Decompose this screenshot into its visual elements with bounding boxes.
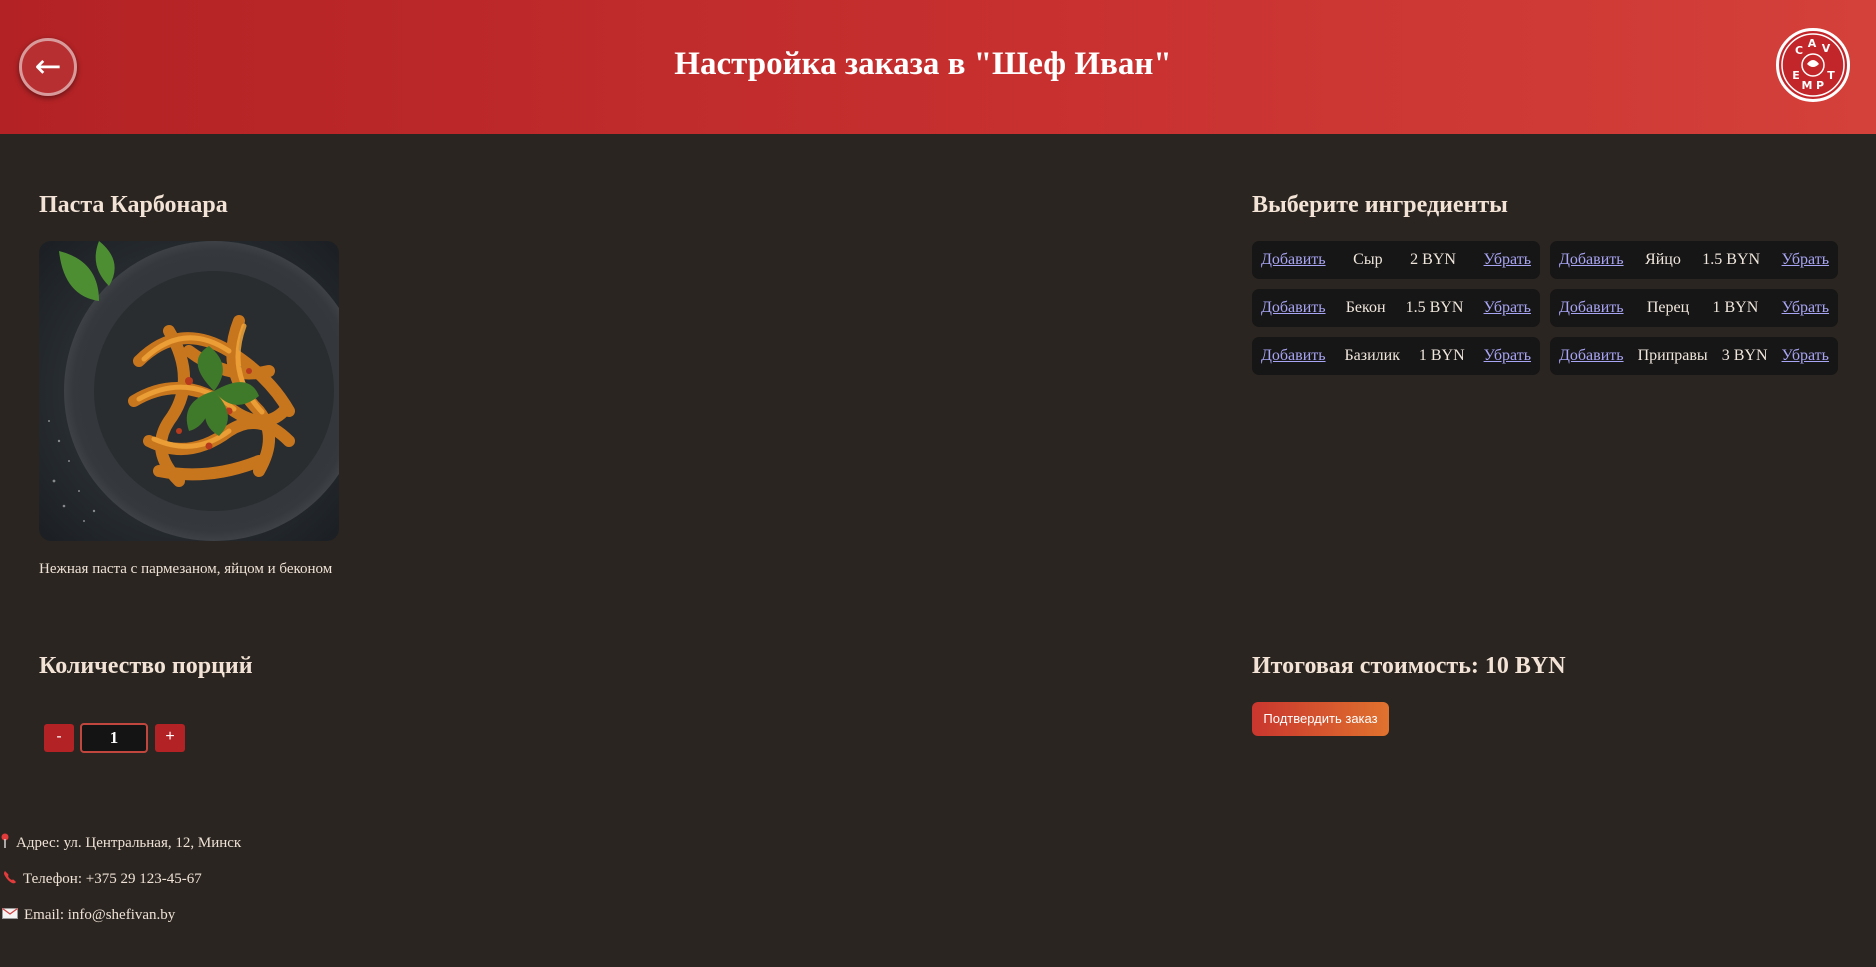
ingredient-price: 1.5 BYN [1702,251,1761,268]
quantity-title: Количество порций [39,653,253,679]
ingredient-price: 1.5 BYN [1405,299,1464,316]
contact-phone: Телефон: +375 29 123-45-67 [0,870,202,889]
page-title: Настройка заказа в "Шеф Иван" [674,46,1172,82]
svg-text:V: V [1822,42,1831,55]
pasta-plate-icon [39,241,339,541]
add-pepper-link[interactable]: Добавить [1559,299,1624,317]
ingredient-name: Перец [1646,299,1690,316]
remove-cheese-link[interactable]: Убрать [1484,251,1531,269]
remove-pepper-link[interactable]: Убрать [1782,299,1829,317]
address-text: Адрес: ул. Центральная, 12, Минск [16,835,242,851]
svg-text:M: M [1802,79,1813,92]
remove-basil-link[interactable]: Убрать [1484,347,1531,365]
add-bacon-link[interactable]: Добавить [1261,299,1326,317]
ingredient-price: 1 BYN [1712,299,1759,316]
dish-description: Нежная паста с пармезаном, яйцом и бекон… [39,561,333,577]
quantity-increase-button[interactable]: + [155,724,185,752]
svg-text:C: C [1795,44,1803,57]
ingredient-price: 1 BYN [1418,347,1465,364]
ingredients-title: Выберите ингредиенты [1252,192,1508,218]
add-spices-link[interactable]: Добавить [1559,347,1624,365]
envelope-icon [2,907,18,924]
ingredient-name: Приправы [1637,347,1708,364]
logo-emblem-icon: C A V E M P T [1781,33,1845,97]
quantity-input[interactable]: 1 [80,723,148,753]
quantity-decrease-button[interactable]: - [44,724,74,752]
ingredient-item-egg: Добавить Яйцо 1.5 BYN Убрать [1550,241,1838,279]
ingredients-grid: Добавить Сыр 2 BYN Убрать Добавить Яйцо … [1252,241,1838,375]
confirm-order-button[interactable]: Подтвердить заказ [1252,702,1389,736]
ingredient-item-bacon: Добавить Бекон 1.5 BYN Убрать [1252,289,1540,327]
ingredient-name: Сыр [1353,251,1383,268]
ingredient-name: Яйцо [1645,251,1681,268]
restaurant-logo[interactable]: C A V E M P T [1776,28,1850,102]
phone-text: Телефон: +375 29 123-45-67 [23,871,202,887]
ingredient-item-pepper: Добавить Перец 1 BYN Убрать [1550,289,1838,327]
header-bar: ← Настройка заказа в "Шеф Иван" C A V E … [0,0,1876,134]
svg-text:E: E [1792,69,1800,82]
svg-text:A: A [1808,37,1817,50]
dish-image [39,241,339,541]
contact-email: Email: info@shefivan.by [0,907,175,924]
contact-address: Адрес: ул. Центральная, 12, Минск [0,833,241,854]
ingredient-item-cheese: Добавить Сыр 2 BYN Убрать [1252,241,1540,279]
total-price: Итоговая стоимость: 10 BYN [1252,653,1566,679]
ingredient-item-basil: Добавить Базилик 1 BYN Убрать [1252,337,1540,375]
ingredient-name: Бекон [1345,299,1386,316]
ingredient-name: Базилик [1344,347,1400,364]
ingredient-price: 3 BYN [1721,347,1768,364]
dish-title: Паста Карбонара [39,192,228,218]
add-cheese-link[interactable]: Добавить [1261,251,1326,269]
email-text: Email: info@shefivan.by [24,907,176,923]
remove-spices-link[interactable]: Убрать [1782,347,1829,365]
add-egg-link[interactable]: Добавить [1559,251,1624,269]
ingredient-price: 2 BYN [1410,251,1456,268]
remove-egg-link[interactable]: Убрать [1782,251,1829,269]
phone-icon [3,870,17,889]
svg-text:P: P [1816,79,1824,92]
svg-text:T: T [1827,69,1835,82]
ingredient-item-spices: Добавить Приправы 3 BYN Убрать [1550,337,1838,375]
add-basil-link[interactable]: Добавить [1261,347,1326,365]
map-pin-icon [0,833,10,854]
remove-bacon-link[interactable]: Убрать [1484,299,1531,317]
